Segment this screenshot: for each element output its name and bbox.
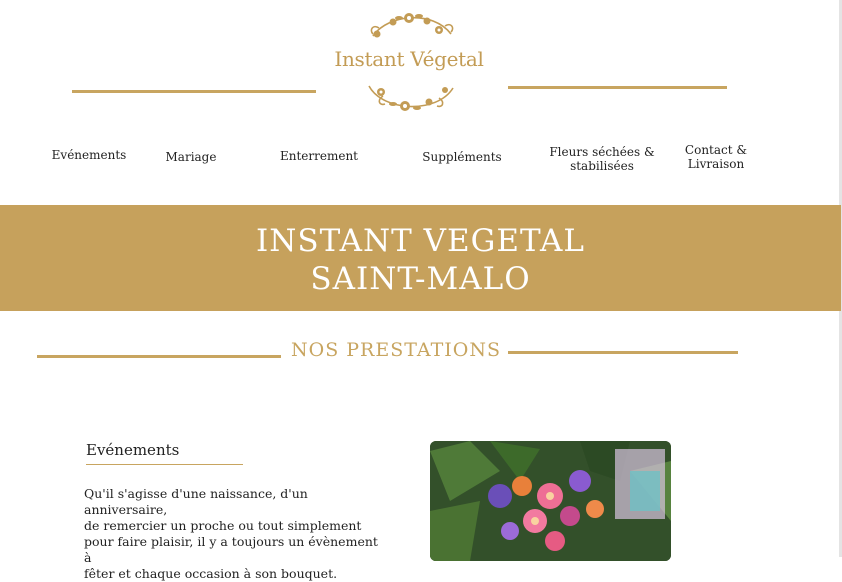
hero-banner: INSTANT VEGETAL SAINT-MALO bbox=[0, 205, 841, 311]
nav-label: Enterrement bbox=[279, 149, 359, 163]
header-rule-right bbox=[508, 86, 727, 89]
brand-logo[interactable]: Instant Végetal bbox=[333, 6, 485, 118]
section-title: NOS PRESTATIONS bbox=[291, 339, 501, 361]
nav-item-supplements[interactable]: Suppléments bbox=[417, 150, 507, 164]
banner-title-line-1: INSTANT VEGETAL bbox=[256, 223, 585, 259]
events-heading-underline bbox=[86, 464, 243, 465]
section-rule-left bbox=[37, 355, 281, 358]
nav-label: Mariage bbox=[165, 150, 217, 164]
nav-item-fleurs-sechees[interactable]: Fleurs séchées & stabilisées bbox=[545, 145, 659, 173]
nav-label-line-1: Contact & bbox=[684, 143, 748, 157]
flower-bouquet-photo-icon bbox=[430, 441, 671, 561]
events-bouquet-image[interactable] bbox=[430, 441, 671, 561]
nav-label-line-1: Fleurs séchées & bbox=[549, 145, 655, 159]
nav-item-enterrement[interactable]: Enterrement bbox=[275, 149, 363, 163]
events-heading[interactable]: Evénements bbox=[86, 441, 179, 459]
paragraph-line: pour faire plaisir, il y a toujours un é… bbox=[84, 534, 378, 565]
events-description: Qu'il s'agisse d'une naissance, d'un ann… bbox=[84, 486, 384, 582]
nav-label: Suppléments bbox=[422, 150, 502, 164]
banner-title-line-2: SAINT-MALO bbox=[310, 261, 531, 297]
nav-item-evenements[interactable]: Evénements bbox=[49, 148, 129, 162]
nav-item-contact[interactable]: Contact & Livraison bbox=[678, 143, 754, 171]
paragraph-line: Qu'il s'agisse d'une naissance, d'un ann… bbox=[84, 486, 308, 517]
nav-label: Evénements bbox=[51, 148, 127, 162]
section-rule-right bbox=[508, 351, 738, 354]
nav-label-line-2: stabilisées bbox=[570, 159, 634, 173]
logo-text: Instant Végetal bbox=[334, 47, 484, 71]
nav-item-mariage[interactable]: Mariage bbox=[160, 150, 222, 164]
paragraph-line: de remercier un proche ou tout simplemen… bbox=[84, 518, 362, 533]
header-rule-left bbox=[72, 90, 316, 93]
paragraph-line: fêter et chaque occasion à son bouquet. bbox=[84, 566, 338, 581]
nav-label-line-2: Livraison bbox=[687, 157, 745, 171]
